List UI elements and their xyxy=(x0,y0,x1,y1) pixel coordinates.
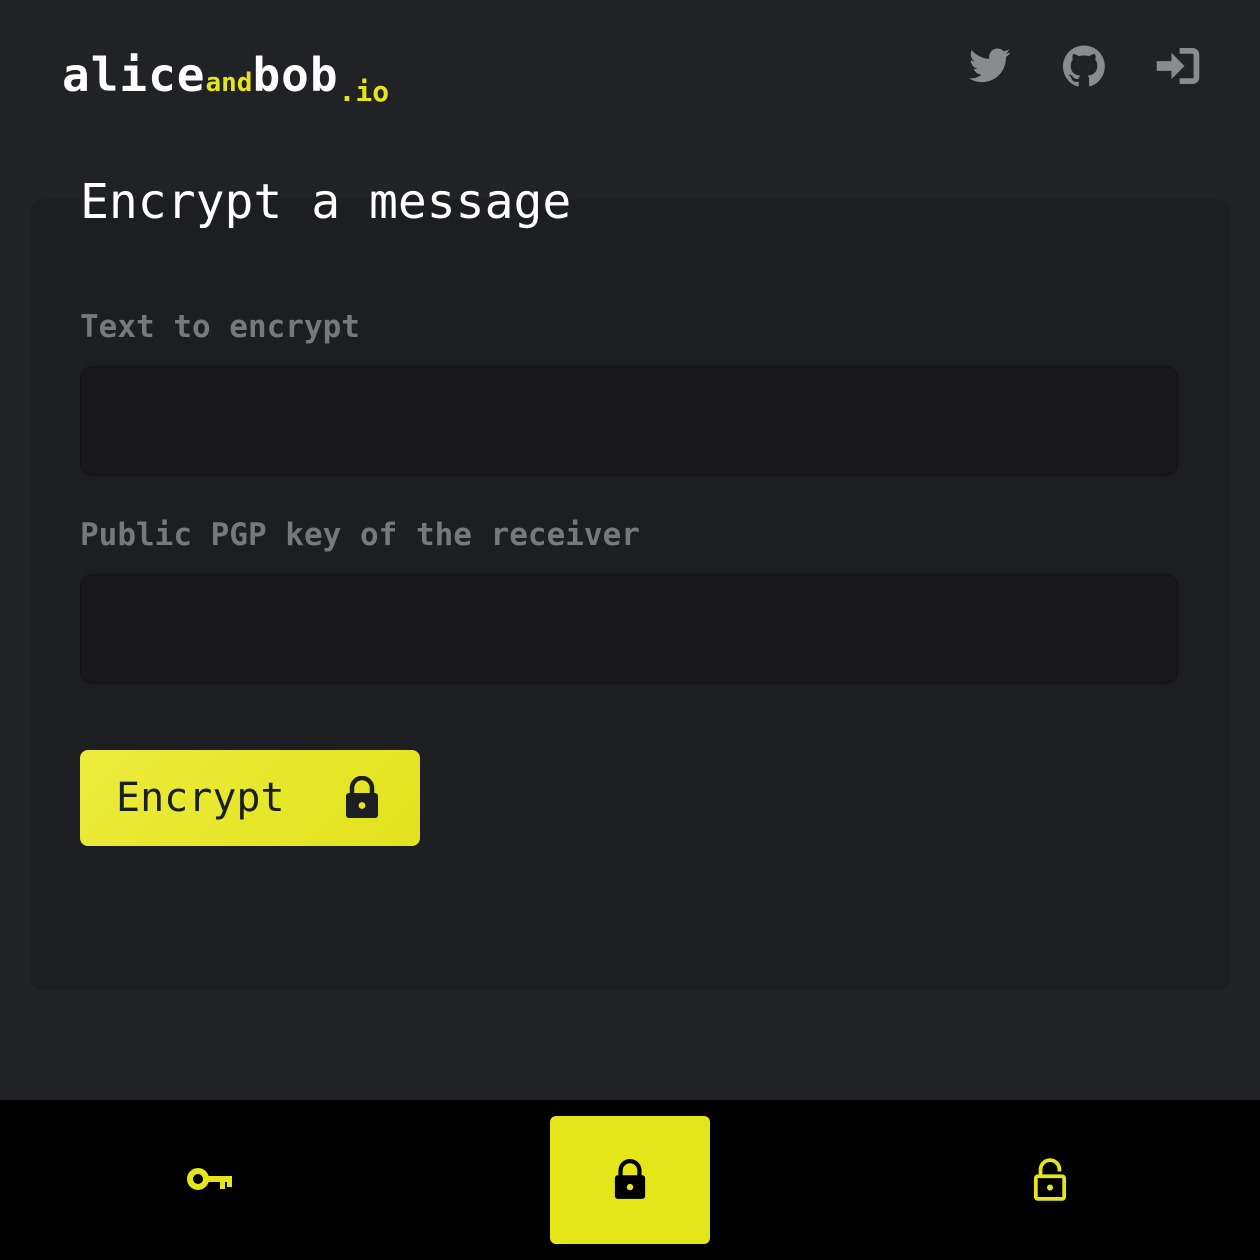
bottom-nav xyxy=(0,1100,1260,1260)
unlock-icon xyxy=(1033,1158,1067,1201)
header-links xyxy=(968,44,1200,88)
twitter-link[interactable] xyxy=(968,44,1012,88)
brand-logo[interactable]: alice and bob .io xyxy=(62,38,389,106)
brand-tld: .io xyxy=(338,75,390,108)
text-to-encrypt-label: Text to encrypt xyxy=(80,309,360,345)
nav-keys[interactable] xyxy=(130,1116,290,1244)
lock-icon xyxy=(614,1159,646,1199)
brand-and: and xyxy=(205,68,253,98)
encrypt-button[interactable]: Encrypt xyxy=(80,750,420,846)
header: alice and bob .io xyxy=(0,0,1260,130)
brand-bob: bob xyxy=(252,48,339,102)
sign-in-icon xyxy=(1156,48,1200,84)
sign-in-link[interactable] xyxy=(1156,44,1200,88)
brand-alice: alice xyxy=(62,48,206,102)
encrypt-button-label: Encrypt xyxy=(116,775,285,821)
github-icon xyxy=(1063,45,1105,87)
github-link[interactable] xyxy=(1062,44,1106,88)
twitter-icon xyxy=(969,48,1011,83)
text-to-encrypt-input[interactable] xyxy=(80,366,1178,476)
lock-icon xyxy=(346,776,378,818)
page-title: Encrypt a message xyxy=(80,174,572,230)
key-icon xyxy=(187,1168,232,1190)
nav-decrypt[interactable] xyxy=(970,1116,1130,1244)
nav-encrypt[interactable] xyxy=(550,1116,710,1244)
app-page: alice and bob .io Encrypt a message Text… xyxy=(0,0,1260,1260)
public-key-label: Public PGP key of the receiver xyxy=(80,517,640,553)
public-key-input[interactable] xyxy=(80,574,1178,684)
